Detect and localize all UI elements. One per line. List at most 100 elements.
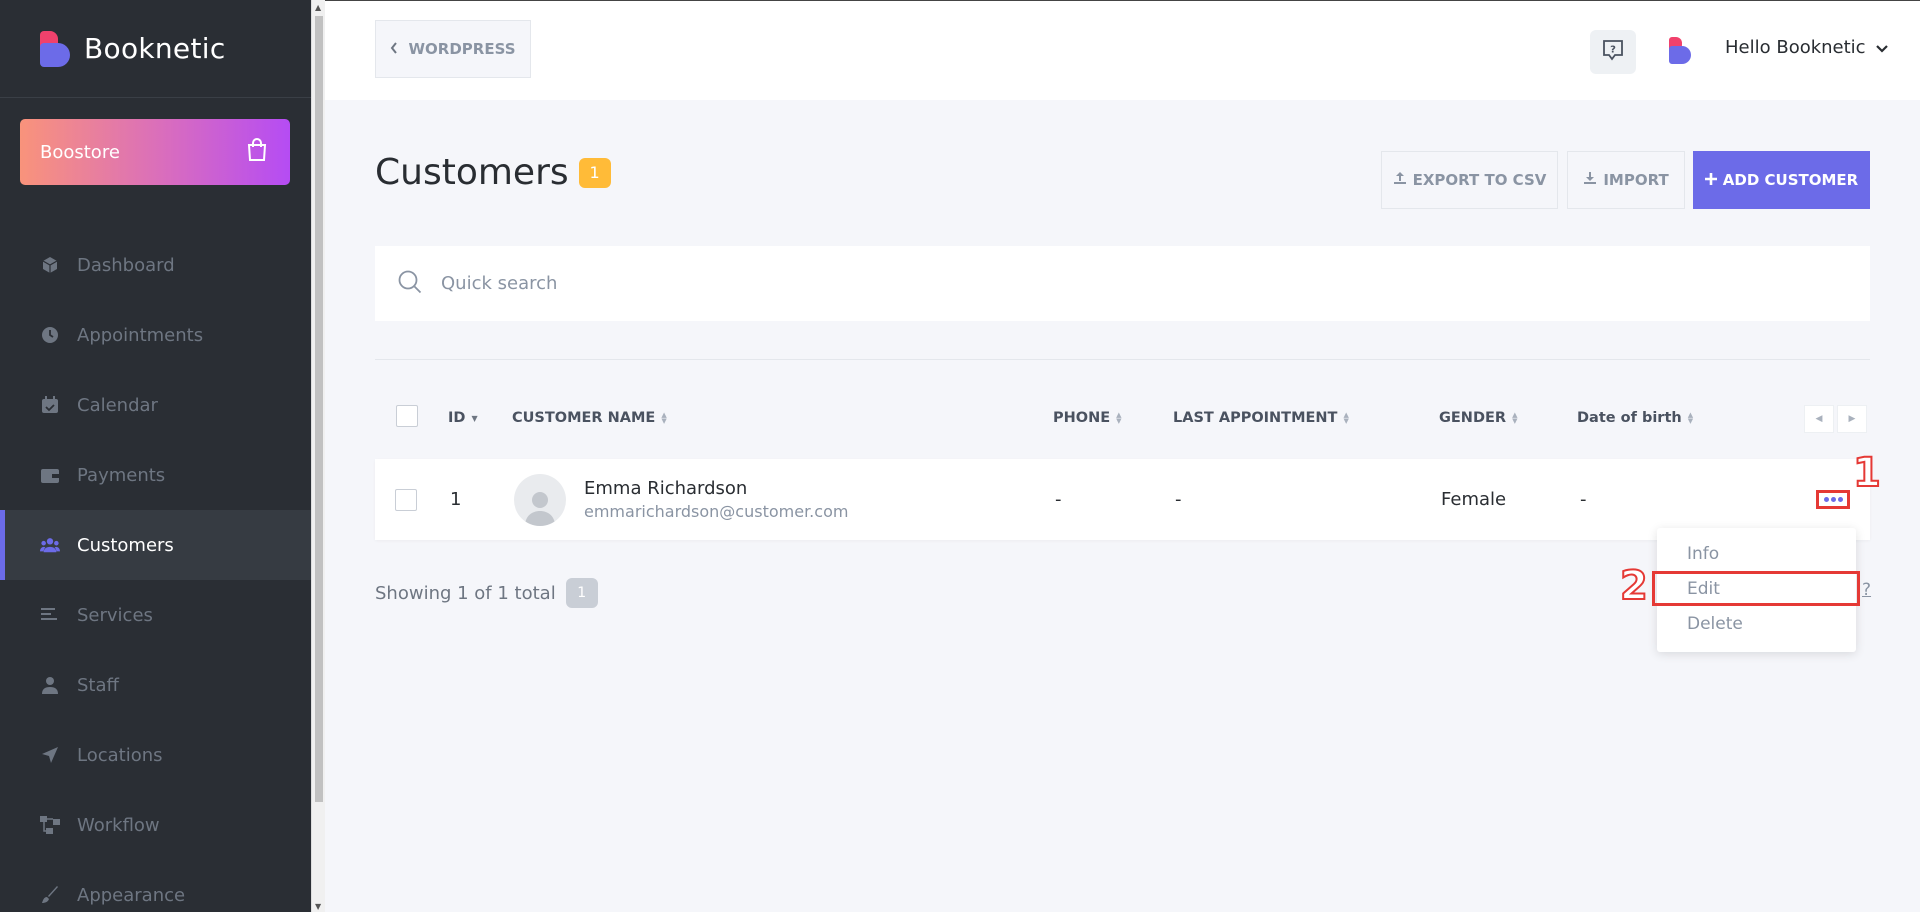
- brush-icon: [40, 885, 60, 905]
- sidebar-item-label: Appointments: [77, 324, 204, 346]
- sidebar-item-appointments[interactable]: Appointments: [0, 300, 311, 370]
- customer-name: Emma Richardson: [584, 478, 748, 499]
- import-button[interactable]: IMPORT: [1567, 151, 1685, 209]
- add-customer-button[interactable]: ADD CUSTOMER: [1693, 151, 1870, 209]
- page-title: Customers 1: [375, 152, 611, 193]
- phone-cell: -: [1055, 489, 1062, 510]
- dot: [1830, 497, 1836, 502]
- sidebar-item-label: Payments: [77, 464, 166, 486]
- search-bar: [375, 246, 1870, 321]
- customer-cell[interactable]: Emma Richardson emmarichardson@customer.…: [514, 459, 848, 540]
- sidebar-item-label: Appearance: [77, 884, 186, 906]
- search-input[interactable]: [441, 273, 1741, 294]
- sidebar-item-label: Calendar: [77, 394, 158, 416]
- column-label: ID: [448, 410, 466, 426]
- users-icon: [40, 535, 60, 555]
- help-link[interactable]: ?: [1862, 580, 1871, 600]
- select-all-checkbox-wrap: [396, 405, 418, 427]
- sidebar: Booknetic Boostore Dashboard Appointment…: [0, 0, 311, 912]
- sidebar-item-label: Staff: [77, 674, 119, 696]
- scroll-columns-right-button[interactable]: ▶: [1837, 405, 1867, 433]
- boostore-button[interactable]: Boostore: [20, 119, 290, 185]
- gender-cell: Female: [1441, 489, 1507, 510]
- scroll-columns-left-button[interactable]: ◀: [1804, 405, 1834, 433]
- menu-item-delete[interactable]: Delete: [1657, 606, 1856, 641]
- sidebar-item-appearance[interactable]: Appearance: [0, 860, 311, 912]
- clock-icon: [40, 325, 60, 345]
- page-number-button[interactable]: 1: [565, 578, 598, 608]
- id-cell: 1: [450, 489, 462, 510]
- last-appointment-cell: -: [1175, 489, 1182, 510]
- column-header-customer-name[interactable]: CUSTOMER NAME ▲ ▼: [512, 410, 667, 426]
- topbar: WORDPRESS ? Hello Booknetic: [325, 0, 1920, 100]
- export-label: EXPORT TO CSV: [1412, 171, 1547, 189]
- annotation-marker-1: 1: [1852, 449, 1882, 497]
- select-all-checkbox[interactable]: [396, 405, 418, 427]
- brand[interactable]: Booknetic: [0, 0, 311, 98]
- sidebar-item-label: Services: [77, 604, 153, 626]
- sort-icon: ▲ ▼: [1687, 411, 1694, 425]
- sort-icon: ▲ ▼: [1512, 411, 1518, 425]
- sidebar-item-services[interactable]: Services: [0, 580, 311, 650]
- export-csv-button[interactable]: EXPORT TO CSV: [1381, 151, 1558, 209]
- sort-icon: ▲ ▼: [1343, 411, 1349, 425]
- table-row: 1 Emma Richardson emmarichardson@custome…: [375, 459, 1870, 540]
- menu-item-edit[interactable]: Edit: [1652, 571, 1860, 606]
- location-arrow-icon: [40, 745, 60, 765]
- sidebar-item-calendar[interactable]: Calendar: [0, 370, 311, 440]
- pagination-summary: Showing 1 of 1 total 1: [375, 578, 598, 608]
- column-label: Date of birth: [1577, 410, 1682, 426]
- customer-avatar: [514, 473, 566, 526]
- chevron-down-icon: [1875, 37, 1888, 58]
- brand-name: Booknetic: [84, 32, 226, 65]
- sidebar-scrollbar[interactable]: ▲ ▼: [311, 0, 325, 912]
- column-header-id[interactable]: ID ▼: [448, 410, 478, 426]
- import-label: IMPORT: [1603, 171, 1669, 189]
- column-header-gender[interactable]: GENDER ▲ ▼: [1439, 410, 1517, 426]
- user-avatar[interactable]: [1669, 37, 1693, 65]
- scroll-down-arrow-icon[interactable]: ▼: [315, 902, 321, 911]
- showing-text: Showing 1 of 1 total: [375, 582, 556, 604]
- shopping-bag-icon: [246, 137, 268, 167]
- boostore-label: Boostore: [40, 141, 120, 163]
- row-checkbox[interactable]: [395, 488, 417, 511]
- back-to-wordpress-button[interactable]: WORDPRESS: [375, 20, 531, 78]
- column-header-phone[interactable]: PHONE ▲ ▼: [1053, 410, 1122, 426]
- sort-icon: ▲ ▼: [1116, 411, 1122, 425]
- sidebar-item-customers[interactable]: Customers: [0, 510, 311, 580]
- list-icon: [40, 605, 60, 625]
- cube-icon: [40, 255, 60, 275]
- scroll-up-arrow-icon[interactable]: ▲: [315, 3, 321, 12]
- sidebar-menu: Dashboard Appointments Calendar Payments…: [0, 230, 311, 912]
- help-chat-icon: ?: [1602, 39, 1624, 65]
- column-label: PHONE: [1053, 410, 1111, 426]
- scrollbar-thumb[interactable]: [315, 16, 323, 802]
- user-placeholder-icon: [525, 491, 555, 526]
- sidebar-item-dashboard[interactable]: Dashboard: [0, 230, 311, 300]
- divider: [375, 359, 1870, 360]
- caret-left-icon: ◀: [1815, 414, 1823, 424]
- customer-count-badge: 1: [578, 157, 611, 188]
- download-icon: [1583, 171, 1597, 189]
- dob-cell: -: [1580, 489, 1587, 510]
- sidebar-item-staff[interactable]: Staff: [0, 650, 311, 720]
- calendar-icon: [40, 395, 60, 415]
- sidebar-item-label: Locations: [77, 744, 163, 766]
- page-title-text: Customers: [375, 152, 569, 193]
- row-actions-button[interactable]: [1816, 490, 1850, 509]
- menu-item-info[interactable]: Info: [1657, 536, 1856, 571]
- sidebar-item-workflow[interactable]: Workflow: [0, 790, 311, 860]
- booknetic-logo: [38, 29, 72, 69]
- dot: [1837, 497, 1843, 502]
- sort-desc-icon: ▼: [471, 413, 478, 423]
- chevron-left-icon: [390, 40, 398, 58]
- user-menu[interactable]: Hello Booknetic: [1725, 37, 1888, 58]
- back-label: WORDPRESS: [408, 40, 516, 58]
- column-header-last-appointment[interactable]: LAST APPOINTMENT ▲ ▼: [1173, 410, 1349, 426]
- help-button[interactable]: ?: [1590, 30, 1636, 74]
- sidebar-item-locations[interactable]: Locations: [0, 720, 311, 790]
- annotation-marker-2: 2: [1619, 562, 1649, 610]
- user-icon: [40, 675, 60, 695]
- column-header-date-of-birth[interactable]: Date of birth ▲ ▼: [1577, 410, 1693, 426]
- sidebar-item-payments[interactable]: Payments: [0, 440, 311, 510]
